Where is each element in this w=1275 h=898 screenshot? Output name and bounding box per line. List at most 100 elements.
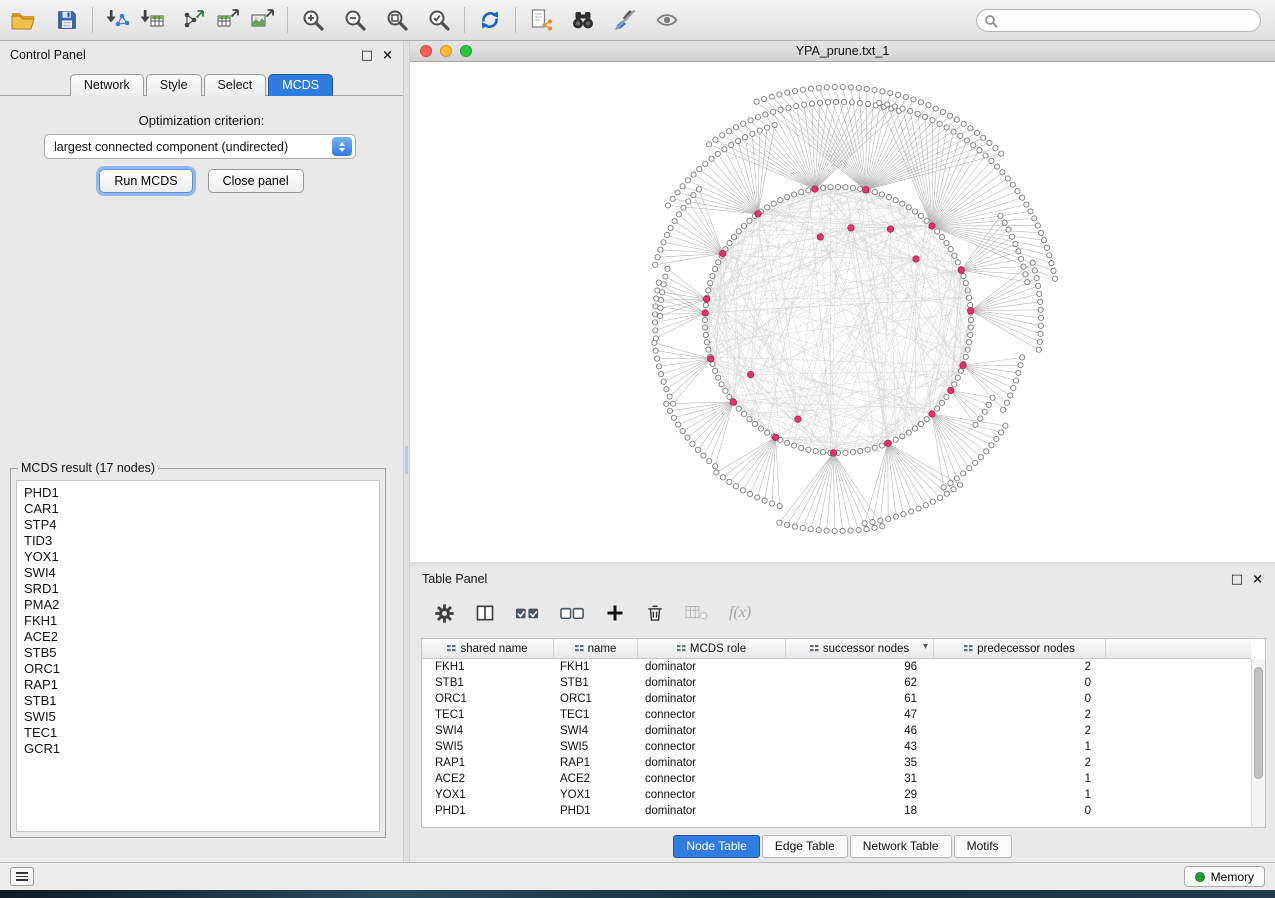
table-cell[interactable]: ORC1 (554, 691, 638, 707)
create-column-button[interactable] (605, 603, 625, 623)
splitter-handle[interactable] (405, 446, 408, 474)
column-header-mcds-role[interactable]: MCDS role (638, 639, 786, 658)
table-row[interactable]: ACE2ACE2connector311 (422, 771, 1251, 787)
zoom-in-button[interactable] (296, 3, 330, 37)
show-hide-panel-button[interactable] (650, 3, 684, 37)
table-cell[interactable]: 46 (786, 723, 934, 739)
minimize-window-button[interactable] (440, 45, 452, 57)
mcds-result-item[interactable]: PHD1 (24, 485, 379, 501)
table-cell[interactable]: FKH1 (422, 659, 554, 675)
tab-edge-table[interactable]: Edge Table (762, 835, 848, 858)
mcds-result-item[interactable]: YOX1 (24, 549, 379, 565)
export-web-button[interactable] (524, 3, 558, 37)
table-cell[interactable]: SWI5 (554, 739, 638, 755)
save-session-button[interactable] (50, 3, 84, 37)
table-row[interactable]: SWI4SWI4dominator462 (422, 723, 1251, 739)
table-cell[interactable]: 35 (786, 755, 934, 771)
panel-menu-button[interactable] (10, 867, 34, 886)
table-cell[interactable]: 43 (786, 739, 934, 755)
close-table-panel-icon[interactable]: × (1252, 573, 1263, 586)
table-cell[interactable]: 61 (786, 691, 934, 707)
function-builder-button[interactable]: f(x) (729, 604, 751, 622)
apply-layout-button[interactable] (473, 3, 507, 37)
float-panel-icon[interactable]: □ (361, 49, 373, 62)
table-row[interactable]: PHD1PHD1dominator180 (422, 803, 1251, 819)
table-row[interactable]: TEC1TEC1connector472 (422, 707, 1251, 723)
table-cell[interactable]: RAP1 (422, 755, 554, 771)
maximize-window-button[interactable] (460, 45, 472, 57)
table-cell[interactable]: dominator (638, 755, 786, 771)
tab-node-table[interactable]: Node Table (673, 835, 760, 858)
table-cell[interactable]: 2 (934, 755, 1106, 771)
table-cell[interactable]: STB1 (554, 675, 638, 691)
search-input[interactable] (976, 9, 1261, 32)
table-cell[interactable]: PHD1 (422, 803, 554, 819)
table-cell[interactable]: STB1 (422, 675, 554, 691)
table-cell[interactable]: 1 (934, 771, 1106, 787)
table-cell[interactable]: 1 (934, 739, 1106, 755)
table-cell[interactable]: dominator (638, 691, 786, 707)
mcds-result-item[interactable]: STB5 (24, 645, 379, 661)
float-table-panel-icon[interactable]: □ (1231, 573, 1243, 586)
mcds-result-item[interactable]: CAR1 (24, 501, 379, 517)
table-cell[interactable]: ORC1 (422, 691, 554, 707)
table-cell[interactable]: 0 (934, 691, 1106, 707)
table-cell[interactable]: RAP1 (554, 755, 638, 771)
mcds-result-list[interactable]: PHD1CAR1STP4TID3YOX1SWI4SRD1PMA2FKH1ACE2… (16, 480, 380, 832)
table-row[interactable]: YOX1YOX1connector291 (422, 787, 1251, 803)
table-cell[interactable]: ACE2 (422, 771, 554, 787)
mcds-result-item[interactable]: STB1 (24, 693, 379, 709)
table-cell[interactable]: 47 (786, 707, 934, 723)
delete-table-button[interactable] (685, 603, 709, 623)
delete-columns-button[interactable] (645, 603, 665, 623)
table-cell[interactable]: connector (638, 707, 786, 723)
table-cell[interactable]: 1 (934, 787, 1106, 803)
table-cell[interactable]: dominator (638, 675, 786, 691)
mcds-result-item[interactable]: ORC1 (24, 661, 379, 677)
vertical-splitter[interactable] (403, 41, 410, 862)
mcds-result-item[interactable]: SRD1 (24, 581, 379, 597)
tab-motifs[interactable]: Motifs (954, 835, 1012, 858)
export-network-button[interactable] (177, 3, 211, 37)
column-header-predecessor-nodes[interactable]: predecessor nodes (934, 639, 1106, 658)
close-window-button[interactable] (420, 45, 432, 57)
table-cell[interactable]: FKH1 (554, 659, 638, 675)
table-cell[interactable]: 31 (786, 771, 934, 787)
table-cell[interactable]: 2 (934, 723, 1106, 739)
table-row[interactable]: ORC1ORC1dominator610 (422, 691, 1251, 707)
import-network-button[interactable] (101, 3, 135, 37)
combo-stepper-icon[interactable] (332, 137, 352, 156)
zoom-selected-button[interactable] (422, 3, 456, 37)
table-row[interactable]: STB1STB1dominator620 (422, 675, 1251, 691)
tab-network[interactable]: Network (70, 74, 144, 96)
table-cell[interactable]: connector (638, 787, 786, 803)
table-cell[interactable]: ACE2 (554, 771, 638, 787)
mcds-result-item[interactable]: SWI4 (24, 565, 379, 581)
table-cell[interactable]: TEC1 (554, 707, 638, 723)
table-cell[interactable]: dominator (638, 803, 786, 819)
table-row[interactable]: FKH1FKH1dominator962 (422, 659, 1251, 675)
table-cell[interactable]: dominator (638, 659, 786, 675)
mcds-result-item[interactable]: ACE2 (24, 629, 379, 645)
table-cell[interactable]: 0 (934, 803, 1106, 819)
network-canvas[interactable] (410, 62, 1275, 562)
mcds-result-item[interactable]: SWI5 (24, 709, 379, 725)
find-button[interactable] (566, 3, 600, 37)
table-cell[interactable]: 0 (934, 675, 1106, 691)
column-header-successor-nodes[interactable]: successor nodes ▾ (786, 639, 934, 658)
mcds-result-item[interactable]: RAP1 (24, 677, 379, 693)
table-options-button[interactable] (434, 603, 455, 624)
select-all-button[interactable] (515, 604, 540, 622)
open-session-button[interactable] (6, 3, 40, 37)
table-cell[interactable]: connector (638, 771, 786, 787)
export-image-button[interactable] (245, 3, 279, 37)
table-cell[interactable]: SWI4 (422, 723, 554, 739)
zoom-out-button[interactable] (338, 3, 372, 37)
unselect-all-button[interactable] (560, 604, 585, 622)
table-scrollbar[interactable] (1251, 659, 1265, 827)
table-cell[interactable]: TEC1 (422, 707, 554, 723)
close-panel-button[interactable]: Close panel (208, 169, 304, 193)
toggle-graphics-details-button[interactable] (608, 3, 642, 37)
tab-select[interactable]: Select (204, 74, 267, 96)
table-cell[interactable]: 29 (786, 787, 934, 803)
